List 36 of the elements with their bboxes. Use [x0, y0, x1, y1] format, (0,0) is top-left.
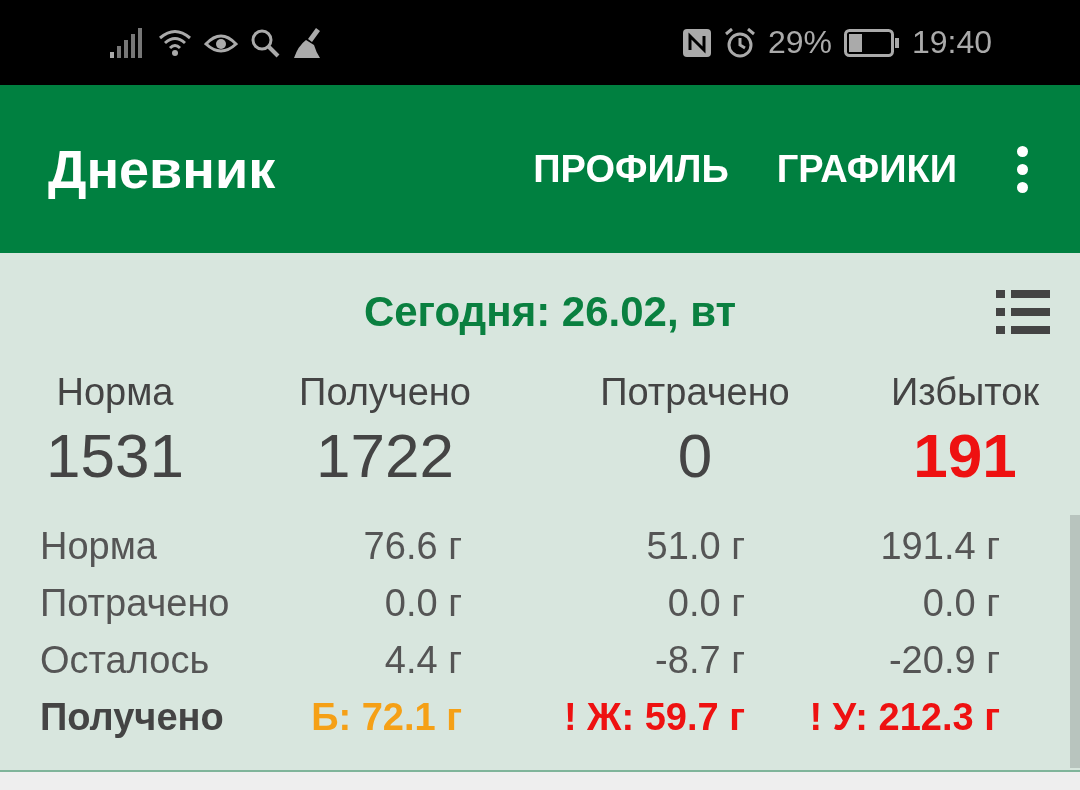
macro-value: -20.9 г — [887, 638, 1000, 683]
summary-label: Потрачено — [600, 371, 790, 414]
app-title: Дневник — [48, 138, 276, 200]
macro-value: 51.0 г — [645, 524, 745, 569]
date-label: Сегодня: 26.02, вт — [363, 288, 737, 336]
summary-label: Избыток — [890, 371, 1040, 414]
macro-value: 191.4 г — [879, 524, 1000, 569]
toolbar-action[interactable]: ПРОФИЛЬ — [533, 147, 729, 191]
macro-total: ! У: 212.3 г — [808, 695, 1000, 740]
summary-value: 0 — [677, 420, 713, 491]
summary-value: 191 — [913, 420, 1017, 491]
wifi-icon — [158, 27, 192, 58]
macro-total: Б: 72.1 г — [310, 695, 462, 740]
summary-label: Норма — [56, 371, 174, 414]
macro-value: 0.0 г — [921, 581, 1000, 626]
macro-value: 0.0 г — [383, 581, 462, 626]
clock-time: 19:40 — [911, 24, 992, 61]
battery-icon — [843, 28, 900, 57]
row-label: Норма — [40, 524, 158, 569]
row-label: Осталось — [40, 638, 211, 683]
search-icon — [250, 27, 280, 58]
macro-value: -8.7 г — [654, 638, 745, 683]
alarm-icon — [723, 27, 756, 58]
battery-percent: 29% — [767, 24, 832, 61]
macro-value: 4.4 г — [383, 638, 462, 683]
row-label: Получено — [40, 695, 225, 740]
summary-value: 1531 — [46, 420, 184, 491]
row-label: Потрачено — [40, 581, 231, 626]
nfc-icon — [681, 27, 712, 58]
list-icon[interactable] — [996, 290, 1050, 334]
macro-value: 76.6 г — [362, 524, 462, 569]
macro-value: 0.0 г — [666, 581, 745, 626]
macro-total: ! Ж: 59.7 г — [562, 695, 745, 740]
summary-label: Получено — [299, 371, 471, 414]
summary-value: 1722 — [316, 420, 454, 491]
toolbar-action[interactable]: ГРАФИКИ — [776, 147, 957, 191]
